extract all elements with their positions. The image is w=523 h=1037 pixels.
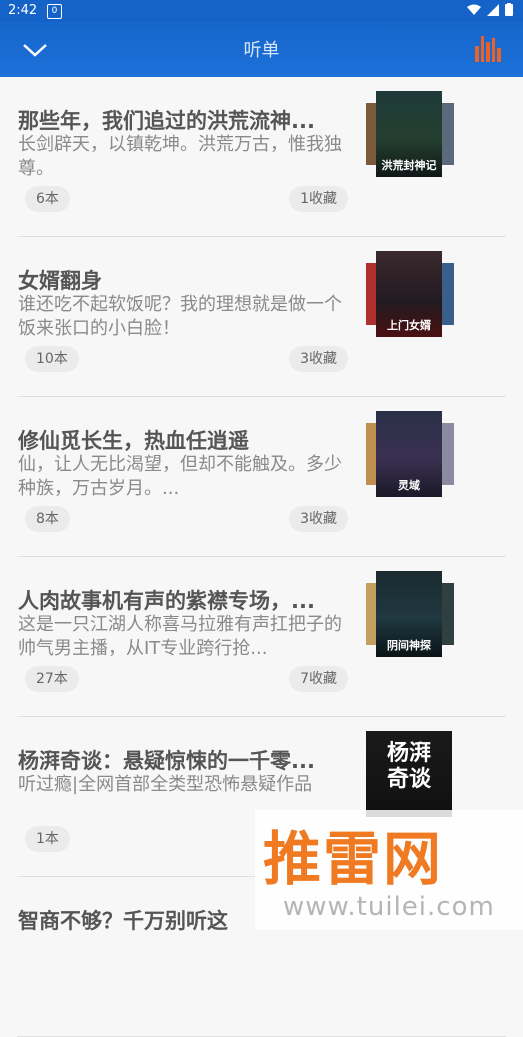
book-count-badge: 8本	[25, 506, 70, 532]
status-bar: 2:42 0	[0, 0, 523, 22]
cover-stack: 洪荒封神记	[366, 91, 456, 181]
sim-icon: 0	[47, 4, 62, 19]
cover-stack: 上门女婿	[366, 251, 456, 341]
favorite-count-badge: 3收藏	[289, 506, 348, 532]
cover-image: 灵域	[376, 411, 442, 497]
page-title: 听单	[243, 40, 280, 61]
playing-equalizer-icon[interactable]	[475, 36, 501, 62]
cover-image: 阴间神探	[376, 571, 442, 657]
list-item[interactable]: 那些年，我们追过的洪荒流神... 长剑辟天，以镇乾坤。洪荒万古，惟我独尊。 6本…	[17, 77, 506, 237]
list-item-title: 杨湃奇谈：悬疑惊悚的一千零...	[18, 749, 315, 773]
list-item-title: 那些年，我们追过的洪荒流神...	[18, 109, 315, 133]
app-bar: 听单	[0, 22, 523, 77]
list-item-title: 修仙觅长生，热血任逍遥	[18, 429, 249, 453]
cover-image: 洪荒封神记	[376, 91, 442, 177]
cover-title: 洪荒封神记	[381, 159, 437, 172]
cover-title: 灵域	[398, 479, 420, 492]
cover-image: 上门女婿	[376, 251, 442, 337]
list-item-desc: 谁还吃不起软饭呢？我的理想就是做一个饭来张口的小白脸！	[18, 294, 342, 339]
list-item-desc: 长剑辟天，以镇乾坤。洪荒万古，惟我独尊。	[18, 134, 342, 179]
battery-icon	[505, 3, 513, 16]
cover-title: 杨湃奇谈	[386, 741, 431, 792]
cover-stack: 阴间神探	[366, 571, 456, 661]
status-time: 2:42	[8, 3, 38, 18]
favorite-count-badge: 7收藏	[289, 666, 348, 692]
cover-stack: 灵域	[366, 411, 456, 501]
list-item-title: 人肉故事机有声的紫襟专场，...	[18, 589, 315, 613]
favorite-count-badge: 1收藏	[289, 186, 348, 212]
book-count-badge: 6本	[25, 186, 70, 212]
list-item-desc: 仙，让人无比渴望，但却不能触及。多少种族，万古岁月。...	[18, 454, 342, 499]
signal-icon	[487, 3, 499, 16]
cover-title: 阴间神探	[387, 639, 431, 652]
favorite-count-badge: 3收藏	[289, 346, 348, 372]
list-item-desc: 听过瘾|全网首部全类型恐怖悬疑作品	[18, 774, 313, 795]
wifi-icon	[467, 4, 481, 15]
status-icons	[467, 3, 513, 16]
cover-image: 杨湃奇谈	[366, 731, 452, 817]
watermark-url: www.tuilei.com	[283, 892, 495, 922]
list-item[interactable]: 人肉故事机有声的紫襟专场，... 这是一只江湖人称喜马拉雅有声扛把子的帅气男主播…	[17, 557, 506, 717]
book-count-badge: 1本	[25, 826, 70, 852]
list-item[interactable]: 女婿翻身 谁还吃不起软饭呢？我的理想就是做一个饭来张口的小白脸！ 10本 3收藏…	[17, 237, 506, 397]
cover-title: 上门女婿	[387, 319, 431, 332]
book-count-badge: 10本	[25, 346, 79, 372]
list-item-desc: 这是一只江湖人称喜马拉雅有声扛把子的帅气男主播，从IT专业跨行抢...	[18, 614, 342, 659]
watermark-brand: 推雷网	[263, 825, 444, 893]
list-item-title: 女婿翻身	[18, 269, 102, 293]
list-item[interactable]: 修仙觅长生，热血任逍遥 仙，让人无比渴望，但却不能触及。多少种族，万古岁月。..…	[17, 397, 506, 557]
book-count-badge: 27本	[25, 666, 79, 692]
cover-stack: 杨湃奇谈	[366, 731, 456, 821]
watermark-logo: 推雷网 www.tuilei.com	[255, 810, 523, 930]
